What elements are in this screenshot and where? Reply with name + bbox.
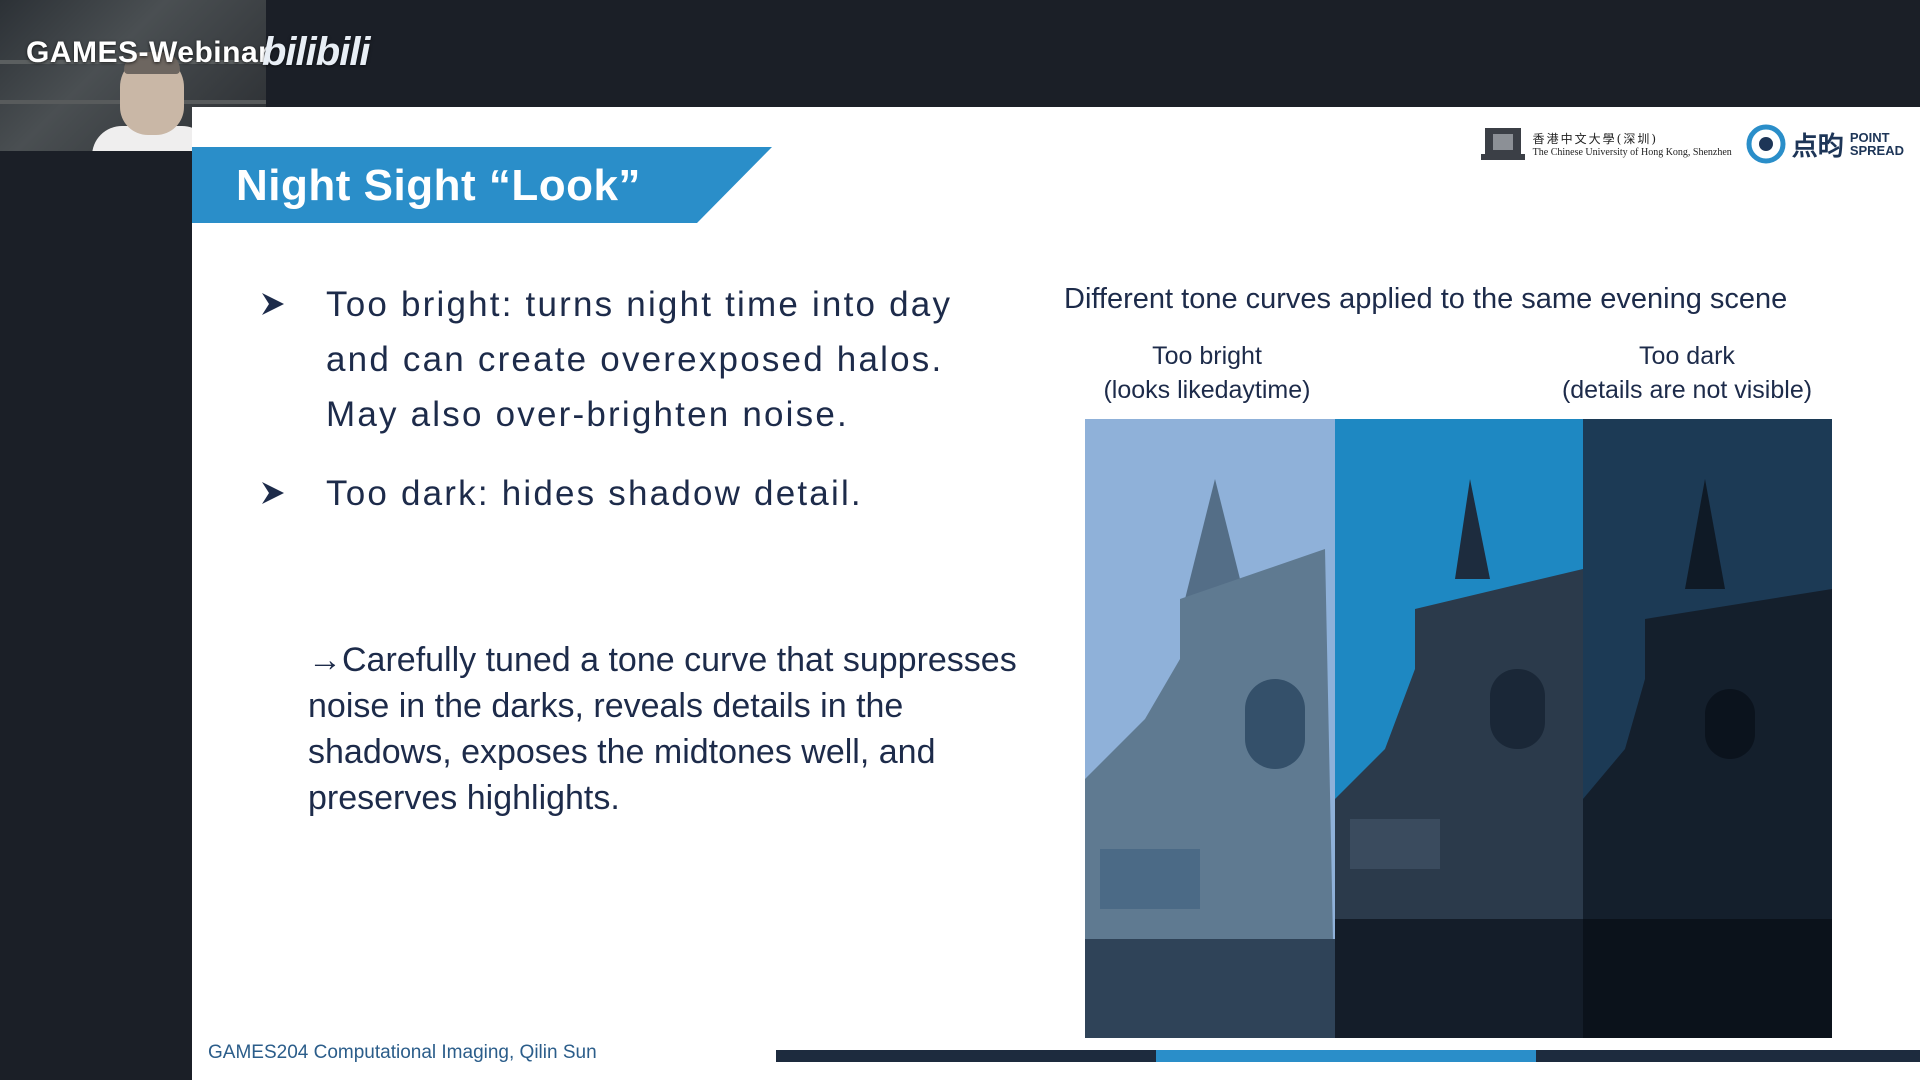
institution-logos: 香港中文大學(深圳) The Chinese University of Hon… xyxy=(1480,121,1904,167)
bullet-list: Too bright: turns night time into day an… xyxy=(260,277,980,521)
footer-bar-segment xyxy=(1536,1050,1920,1062)
presentation-slide: Night Sight “Look” 香港中文大學(深圳) The Chines… xyxy=(192,107,1920,1080)
bilibili-logo: bilibili xyxy=(262,30,371,74)
cuhk-logo: 香港中文大學(深圳) The Chinese University of Hon… xyxy=(1480,124,1732,164)
pointspread-english-name-2: SPREAD xyxy=(1849,143,1904,158)
label-too-dark-subtitle: (details are not visible) xyxy=(1561,376,1813,404)
tone-curve-comparison-photo xyxy=(1085,419,1832,1038)
slide-footer: GAMES204 Computational Imaging, Qilin Su… xyxy=(208,1042,597,1063)
figure-caption: Different tone curves applied to the sam… xyxy=(1064,283,1788,315)
eye-icon xyxy=(1746,124,1786,164)
footer-bar-segment xyxy=(1156,1050,1536,1062)
cuhk-english-name: The Chinese University of Hong Kong, She… xyxy=(1532,147,1732,158)
label-too-bright-subtitle: (looks likedaytime) xyxy=(1103,376,1311,404)
label-too-dark-title: Too dark xyxy=(1639,342,1735,370)
arrowhead-bullet-icon xyxy=(262,482,284,504)
cuhk-chinese-name: 香港中文大學(深圳) xyxy=(1532,132,1659,146)
arrowhead-bullet-icon xyxy=(262,293,284,315)
label-too-bright-title: Too bright xyxy=(1152,342,1262,370)
bullet-text: Too bright: turns night time into day an… xyxy=(326,285,953,434)
cuhk-crest-icon xyxy=(1480,128,1525,160)
footer-bar-segment xyxy=(776,1050,1156,1062)
stream-brand-text: GAMES-Webinar xyxy=(26,36,271,69)
slide-title: Night Sight “Look” xyxy=(236,161,641,210)
bullet-item: Too dark: hides shadow detail. xyxy=(260,466,980,521)
pointspread-chinese-name: 点昀 xyxy=(1791,130,1844,161)
label-too-bright: Too bright (looks likedaytime) xyxy=(1072,339,1342,407)
label-too-dark: Too dark (details are not visible) xyxy=(1542,339,1832,407)
pointspread-logo: 点昀 POINT SPREAD xyxy=(1746,124,1904,164)
bullet-item: Too bright: turns night time into day an… xyxy=(260,277,980,442)
bullet-text: Too dark: hides shadow detail. xyxy=(326,474,863,513)
conclusion-note: →Carefully tuned a tone curve that suppr… xyxy=(308,641,1017,817)
